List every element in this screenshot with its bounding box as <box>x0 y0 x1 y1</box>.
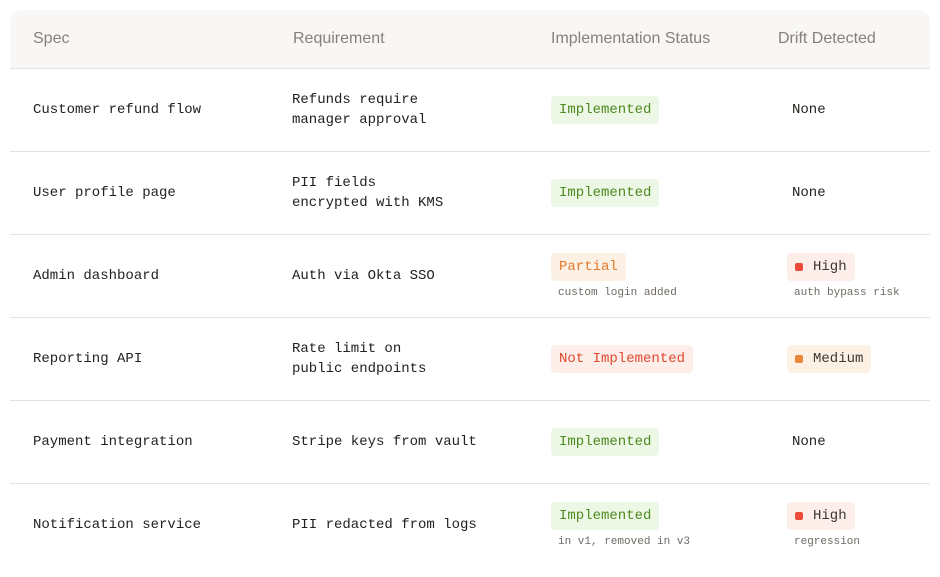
high-severity-icon <box>795 263 803 271</box>
requirement-text: Stripe keys from vault <box>292 434 477 450</box>
spec-drift-table: Spec Requirement Implementation Status D… <box>10 10 930 577</box>
table-row[interactable]: Customer refund flow Refunds require man… <box>10 69 930 152</box>
status-cell: Implemented <box>551 69 660 151</box>
status-cell: Implemented <box>551 152 660 234</box>
medium-severity-icon <box>795 355 803 363</box>
drift-note: regression <box>794 536 861 548</box>
status-badge: Implemented <box>551 502 660 530</box>
status-cell: Partial custom login added <box>551 235 677 317</box>
spec-name: Notification service <box>33 517 202 533</box>
drift-badge: High <box>787 253 855 281</box>
spec-cell: User profile page <box>33 152 176 234</box>
header-implementation-status: Implementation Status <box>551 30 711 47</box>
status-cell: Implemented <box>551 401 660 483</box>
high-severity-icon <box>795 512 803 520</box>
drift-value: None <box>792 185 826 201</box>
requirement-cell: Auth via Okta SSO <box>292 235 435 317</box>
drift-level: High <box>813 259 847 275</box>
drift-level: High <box>813 508 847 524</box>
table-header: Spec Requirement Implementation Status D… <box>10 10 930 69</box>
requirement-text: Auth via Okta SSO <box>292 268 435 284</box>
spec-name: Reporting API <box>33 351 143 367</box>
table-row[interactable]: User profile page PII fields encrypted w… <box>10 152 930 235</box>
table-row[interactable]: Admin dashboard Auth via Okta SSO Partia… <box>10 235 930 318</box>
drift-cell: High regression <box>787 484 860 566</box>
drift-cell: None <box>787 152 826 234</box>
table-row[interactable]: Payment integration Stripe keys from vau… <box>10 401 930 484</box>
requirement-cell: PII fields encrypted with KMS <box>292 152 443 234</box>
drift-cell: Medium <box>787 318 872 400</box>
status-cell: Not Implemented <box>551 318 694 400</box>
spec-name: Customer refund flow <box>33 102 202 118</box>
spec-cell: Payment integration <box>33 401 193 483</box>
header-requirement: Requirement <box>293 30 385 47</box>
status-badge: Implemented <box>551 428 660 456</box>
drift-badge: Medium <box>787 345 872 373</box>
status-note: custom login added <box>558 287 677 299</box>
drift-value: None <box>792 102 826 118</box>
status-cell: Implemented in v1, removed in v3 <box>551 484 690 566</box>
drift-note: auth bypass risk <box>794 287 900 299</box>
spec-name: Payment integration <box>33 434 193 450</box>
drift-value: None <box>792 434 826 450</box>
spec-name: User profile page <box>33 185 176 201</box>
status-badge: Implemented <box>551 179 660 207</box>
status-badge: Implemented <box>551 96 660 124</box>
spec-name: Admin dashboard <box>33 268 160 284</box>
spec-cell: Customer refund flow <box>33 69 201 151</box>
status-note: in v1, removed in v3 <box>558 536 691 548</box>
drift-cell: None <box>787 69 826 151</box>
spec-cell: Notification service <box>33 484 201 566</box>
requirement-cell: PII redacted from logs <box>292 484 477 566</box>
drift-level: Medium <box>813 351 864 367</box>
requirement-text: Refunds require manager approval <box>292 92 427 128</box>
requirement-cell: Stripe keys from vault <box>292 401 477 483</box>
drift-cell: None <box>787 401 826 483</box>
header-drift-detected: Drift Detected <box>778 30 876 47</box>
spec-cell: Reporting API <box>33 318 142 400</box>
status-badge: Partial <box>551 253 626 281</box>
drift-badge: High <box>787 502 855 530</box>
header-spec: Spec <box>33 30 70 47</box>
spec-cell: Admin dashboard <box>33 235 159 317</box>
table-row[interactable]: Notification service PII redacted from l… <box>10 484 930 566</box>
drift-cell: High auth bypass risk <box>787 235 900 317</box>
requirement-cell: Rate limit on public endpoints <box>292 318 426 400</box>
requirement-cell: Refunds require manager approval <box>292 69 426 151</box>
requirement-text: PII redacted from logs <box>292 517 477 533</box>
status-badge: Not Implemented <box>551 345 694 373</box>
table-row[interactable]: Reporting API Rate limit on public endpo… <box>10 318 930 401</box>
requirement-text: PII fields encrypted with KMS <box>292 175 444 211</box>
requirement-text: Rate limit on public endpoints <box>292 341 427 377</box>
